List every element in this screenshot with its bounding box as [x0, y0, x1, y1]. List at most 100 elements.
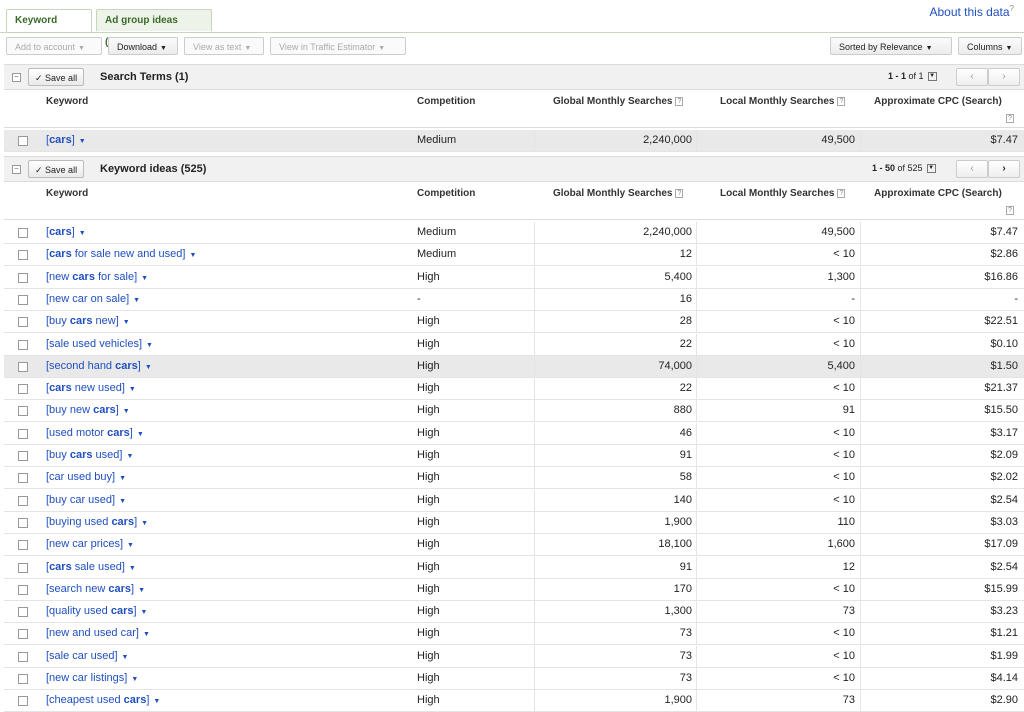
row-checkbox[interactable]	[18, 562, 28, 573]
prev-page-button[interactable]: ‹	[956, 160, 988, 178]
keyword-link[interactable]: [new and used car] ▼	[46, 627, 150, 639]
keyword-link[interactable]: [sale used vehicles] ▼	[46, 338, 153, 350]
keyword-link[interactable]: [used motor cars] ▼	[46, 427, 144, 439]
row-checkbox[interactable]	[18, 250, 28, 261]
row-checkbox[interactable]	[18, 674, 28, 684]
chevron-down-icon[interactable]: ▼	[119, 498, 126, 505]
next-page-button[interactable]: ›	[988, 160, 1020, 178]
row-checkbox[interactable]	[18, 517, 28, 528]
row-checkbox[interactable]	[18, 495, 28, 506]
keyword-link[interactable]: [cars] ▼	[46, 134, 86, 146]
row-checkbox[interactable]	[18, 696, 28, 707]
help-icon[interactable]: ?	[675, 188, 684, 198]
chevron-down-icon[interactable]: ▼	[123, 408, 130, 415]
chevron-down-icon[interactable]: ▼	[131, 676, 138, 683]
row-checkbox[interactable]	[18, 361, 28, 372]
row-checkbox[interactable]	[18, 629, 28, 640]
keyword-link[interactable]: [cars new used] ▼	[46, 382, 136, 394]
chevron-down-icon[interactable]: ▼	[122, 654, 129, 661]
chevron-down-icon[interactable]: ▼	[141, 520, 148, 527]
add-to-account-button[interactable]: Add to account ▼	[6, 37, 102, 55]
chevron-down-icon[interactable]: ▼	[127, 542, 134, 549]
col-local[interactable]: Local Monthly Searches?	[720, 96, 846, 107]
keyword-link[interactable]: [sale car used] ▼	[46, 650, 128, 662]
help-icon[interactable]: ?	[837, 96, 846, 106]
row-checkbox[interactable]	[18, 406, 28, 417]
chevron-down-icon[interactable]: ▼	[79, 138, 86, 145]
keyword-link[interactable]: [cars sale used] ▼	[46, 561, 136, 573]
collapse-icon[interactable]: −	[12, 73, 21, 82]
row-checkbox[interactable]	[18, 607, 28, 618]
col-keyword[interactable]: Keyword	[46, 96, 88, 107]
chevron-down-icon[interactable]: ▼	[123, 319, 130, 326]
tab-ad-group-ideas[interactable]: Ad group ideas (Beta)	[96, 9, 212, 48]
row-checkbox[interactable]	[18, 294, 28, 305]
col-cpc[interactable]: Approximate CPC (Search)	[874, 188, 1002, 199]
row-checkbox[interactable]	[18, 317, 28, 328]
keyword-link[interactable]: [buy cars new] ▼	[46, 315, 130, 327]
download-button[interactable]: Download ▼	[108, 37, 178, 55]
keyword-link[interactable]: [new car listings] ▼	[46, 672, 138, 684]
chevron-down-icon[interactable]: ▼	[126, 453, 133, 460]
columns-dropdown[interactable]: Columns ▼	[958, 37, 1022, 55]
chevron-down-icon[interactable]: ▼	[141, 275, 148, 282]
col-competition[interactable]: Competition	[417, 188, 475, 199]
col-global[interactable]: Global Monthly Searches?	[553, 188, 684, 199]
col-global[interactable]: Global Monthly Searches?	[553, 96, 684, 107]
keyword-link[interactable]: [cars] ▼	[46, 226, 86, 238]
keyword-link[interactable]: [new car on sale] ▼	[46, 293, 140, 305]
prev-page-button[interactable]: ‹	[956, 68, 988, 86]
chevron-down-icon[interactable]: ▼	[129, 565, 136, 572]
save-all-button[interactable]: ✓ Save all	[28, 68, 85, 86]
chevron-down-icon[interactable]: ▼	[79, 230, 86, 237]
row-checkbox[interactable]	[18, 651, 28, 662]
sort-dropdown[interactable]: Sorted by Relevance ▼	[830, 37, 952, 55]
help-icon[interactable]: ?	[1010, 4, 1014, 13]
row-checkbox[interactable]	[18, 540, 28, 551]
chevron-down-icon[interactable]: ▼	[138, 587, 145, 594]
keyword-link[interactable]: [new car prices] ▼	[46, 538, 134, 550]
keyword-link[interactable]: [search new cars] ▼	[46, 583, 145, 595]
keyword-link[interactable]: [new cars for sale] ▼	[46, 271, 148, 283]
row-checkbox[interactable]	[18, 584, 28, 595]
col-cpc[interactable]: Approximate CPC (Search)	[874, 96, 1002, 107]
keyword-link[interactable]: [buy cars used] ▼	[46, 449, 133, 461]
traffic-estimator-button[interactable]: View in Traffic Estimator ▼	[270, 37, 406, 55]
chevron-down-icon[interactable]: ▼	[153, 698, 160, 705]
row-checkbox[interactable]	[18, 428, 28, 439]
chevron-down-icon[interactable]: ▼	[129, 386, 136, 393]
keyword-link[interactable]: [second hand cars] ▼	[46, 360, 152, 372]
chevron-down-icon[interactable]: ▼	[143, 631, 150, 638]
view-as-text-button[interactable]: View as text ▼	[184, 37, 264, 55]
keyword-link[interactable]: [cheapest used cars] ▼	[46, 694, 160, 706]
chevron-down-icon[interactable]: ▼	[133, 297, 140, 304]
keyword-link[interactable]: [buying used cars] ▼	[46, 516, 148, 528]
help-icon[interactable]: ?	[837, 188, 846, 198]
keyword-link[interactable]: [quality used cars] ▼	[46, 605, 147, 617]
chevron-down-icon[interactable]: ▼	[137, 431, 144, 438]
keyword-link[interactable]: [car used buy] ▼	[46, 471, 126, 483]
col-local[interactable]: Local Monthly Searches?	[720, 188, 846, 199]
save-all-button[interactable]: ✓ Save all	[28, 160, 85, 178]
chevron-down-icon[interactable]: ▼	[119, 475, 126, 482]
row-checkbox[interactable]	[18, 384, 28, 395]
keyword-link[interactable]: [buy car used] ▼	[46, 494, 126, 506]
tab-keyword-ideas[interactable]: Keyword ideas	[6, 9, 92, 48]
page-size-dropdown[interactable]: ▼	[927, 72, 937, 82]
row-checkbox[interactable]	[18, 136, 28, 146]
row-checkbox[interactable]	[18, 473, 28, 484]
row-checkbox[interactable]	[18, 451, 28, 461]
col-competition[interactable]: Competition	[417, 96, 475, 107]
row-checkbox[interactable]	[18, 272, 28, 283]
chevron-down-icon[interactable]: ▼	[141, 609, 148, 616]
help-icon[interactable]: ?	[1006, 114, 1014, 123]
about-this-data-link[interactable]: About this data?	[929, 4, 1014, 19]
col-keyword[interactable]: Keyword	[46, 188, 88, 199]
help-icon[interactable]: ?	[675, 96, 684, 106]
help-icon[interactable]: ?	[1006, 206, 1014, 215]
chevron-down-icon[interactable]: ▼	[146, 342, 153, 349]
keyword-link[interactable]: [cars for sale new and used] ▼	[46, 248, 196, 260]
chevron-down-icon[interactable]: ▼	[145, 364, 152, 371]
chevron-down-icon[interactable]: ▼	[189, 252, 196, 259]
row-checkbox[interactable]	[18, 228, 28, 238]
